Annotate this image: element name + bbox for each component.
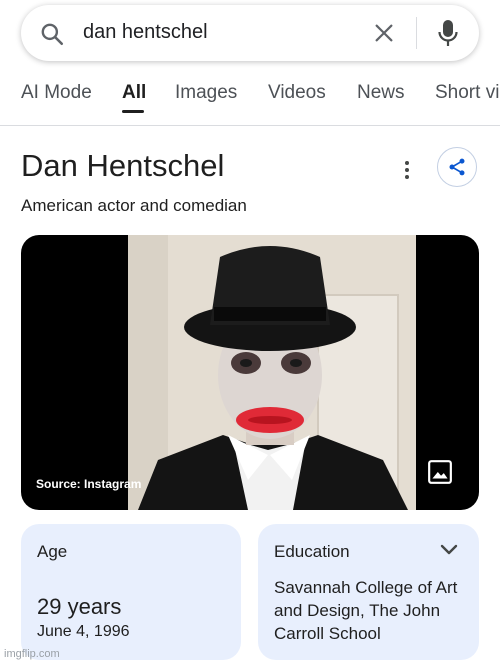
close-icon[interactable] (373, 22, 395, 44)
tab-images[interactable]: Images (175, 82, 237, 104)
age-card[interactable]: Age 29 years June 4, 1996 (21, 524, 241, 660)
share-button[interactable] (437, 147, 477, 187)
search-divider (416, 17, 417, 49)
share-icon (449, 158, 465, 176)
education-value: Savannah College of Art and Design, The … (274, 578, 458, 643)
tab-ai-mode[interactable]: AI Mode (21, 82, 92, 104)
image-source-label: Source: Instagram (36, 477, 142, 491)
portrait-image (128, 235, 416, 510)
tab-videos[interactable]: Videos (268, 82, 326, 104)
age-value: 29 years (37, 594, 122, 619)
tab-short-videos[interactable]: Short vi (435, 82, 499, 104)
tabs-divider (0, 125, 500, 126)
more-vert-icon[interactable] (400, 160, 414, 180)
tab-news[interactable]: News (357, 82, 405, 104)
image-icon[interactable] (427, 459, 453, 485)
watermark: imgflip.com (4, 648, 60, 660)
mic-icon[interactable] (436, 18, 460, 48)
search-tabs: AI Mode All Images Videos News Short vi (0, 80, 500, 126)
search-icon[interactable] (39, 21, 65, 47)
age-label: Age (37, 542, 68, 561)
birth-date: June 4, 1996 (37, 623, 130, 640)
search-input[interactable]: dan hentschel (83, 21, 208, 44)
tab-all[interactable]: All (122, 82, 146, 104)
entity-photo[interactable]: Source: Instagram (21, 235, 479, 510)
education-card[interactable]: Education Savannah College of Art and De… (258, 524, 479, 660)
education-label: Education (274, 542, 350, 561)
search-bar[interactable]: dan hentschel (21, 5, 479, 61)
entity-title: Dan Hentschel (21, 148, 225, 183)
active-tab-indicator (122, 110, 144, 113)
entity-subtitle: American actor and comedian (21, 196, 247, 215)
chevron-down-icon[interactable] (440, 544, 458, 556)
